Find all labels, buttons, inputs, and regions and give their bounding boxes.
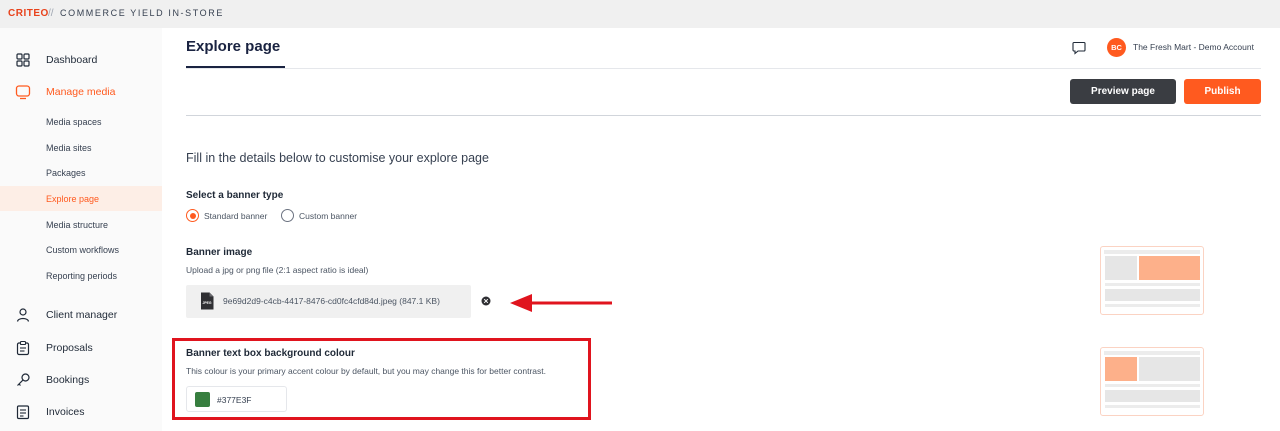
sidebar-item-client-manager[interactable]: Client manager [0,302,162,328]
sidebar-item-label: Invoices [46,406,85,418]
banner-layout-preview [1100,246,1204,315]
sidebar-subitem-label: Media sites [46,142,92,153]
header-divider [186,68,1261,69]
sidebar-subitem-label: Custom workflows [46,244,120,255]
banner-image-help: Upload a jpg or png file (2:1 aspect rat… [186,265,369,275]
colour-input[interactable]: #377E3F [186,386,287,412]
sidebar-subitem-custom-workflows[interactable]: Custom workflows [0,237,162,262]
sidebar-item-label: Client manager [46,309,118,321]
annotation-arrow [510,294,612,312]
sidebar-subitem-media-spaces[interactable]: Media spaces [0,109,162,134]
sidebar-subitem-label: Reporting periods [46,270,118,281]
form-intro: Fill in the details below to customise y… [186,151,489,165]
top-bar: CRITEO // COMMERCE YIELD IN-STORE [0,0,1280,28]
sidebar-item-label: Proposals [46,342,93,354]
sidebar-item-bookings[interactable]: Bookings [0,367,162,393]
actions-divider [186,115,1261,116]
user-icon [16,308,30,322]
file-type-text: JPEG [202,301,211,305]
sidebar-item-label: Dashboard [46,54,98,66]
avatar[interactable]: BC [1107,38,1126,57]
jpeg-file-icon: JPEG [201,292,214,310]
key-icon [17,373,30,386]
sidebar-subitem-packages[interactable]: Packages [0,160,162,185]
product-name: COMMERCE YIELD IN-STORE [60,8,224,18]
banner-layout-graphic [1104,250,1200,307]
page-title: Explore page [186,38,281,55]
banner-type-label: Select a banner type [186,190,284,201]
receipt-icon [16,405,30,420]
remove-file-icon[interactable] [481,296,491,306]
criteo-logo[interactable]: CRITEO [8,8,49,19]
sidebar-subitem-reporting-periods[interactable]: Reporting periods [0,263,162,288]
sidebar-item-label: Bookings [46,374,90,386]
file-name: 9e69d2d9-c4cb-4417-8476-cd0fc4cfd84d.jpe… [223,296,440,306]
uploaded-file: JPEG 9e69d2d9-c4cb-4417-8476-cd0fc4cfd84… [186,285,471,318]
background-colour-help: This colour is your primary accent colou… [186,366,547,376]
background-colour-label: Banner text box background colour [186,348,355,359]
sidebar-item-manage-media[interactable]: Manage media [0,79,162,105]
sidebar-subitem-label: Media spaces [46,116,102,127]
sidebar-item-label: Manage media [46,86,116,98]
grid-icon [16,53,30,67]
publish-button[interactable]: Publish [1184,79,1261,104]
text-box-layout-preview [1100,347,1204,416]
preview-page-button[interactable]: Preview page [1070,79,1176,104]
custom-banner-label[interactable]: Custom banner [299,211,357,221]
sidebar-subitem-explore-page[interactable]: Explore page [0,186,162,211]
sidebar-item-proposals[interactable]: Proposals [0,335,162,361]
chat-icon[interactable] [1072,41,1086,55]
standard-banner-radio[interactable] [186,209,199,222]
standard-banner-label[interactable]: Standard banner [204,211,267,221]
sidebar-subitem-label: Explore page [46,193,100,204]
colour-value[interactable]: #377E3F [217,395,252,405]
colour-swatch[interactable] [195,392,210,407]
sidebar-item-invoices[interactable]: Invoices [0,399,162,425]
sidebar-subitem-label: Packages [46,167,86,178]
account-name[interactable]: The Fresh Mart - Demo Account [1133,42,1254,52]
banner-image-label: Banner image [186,247,253,258]
sidebar-subitem-media-sites[interactable]: Media sites [0,135,162,160]
logo-separator: // [48,8,54,19]
sidebar-subitem-label: Media structure [46,219,109,230]
text-box-layout-graphic [1104,351,1200,408]
clipboard-icon [16,340,30,356]
sidebar-item-dashboard[interactable]: Dashboard [0,47,162,73]
monitor-icon [15,85,31,100]
custom-banner-radio[interactable] [281,209,294,222]
sidebar-subitem-media-structure[interactable]: Media structure [0,212,162,237]
sidebar: Dashboard Manage media Media spaces Medi… [0,28,162,431]
